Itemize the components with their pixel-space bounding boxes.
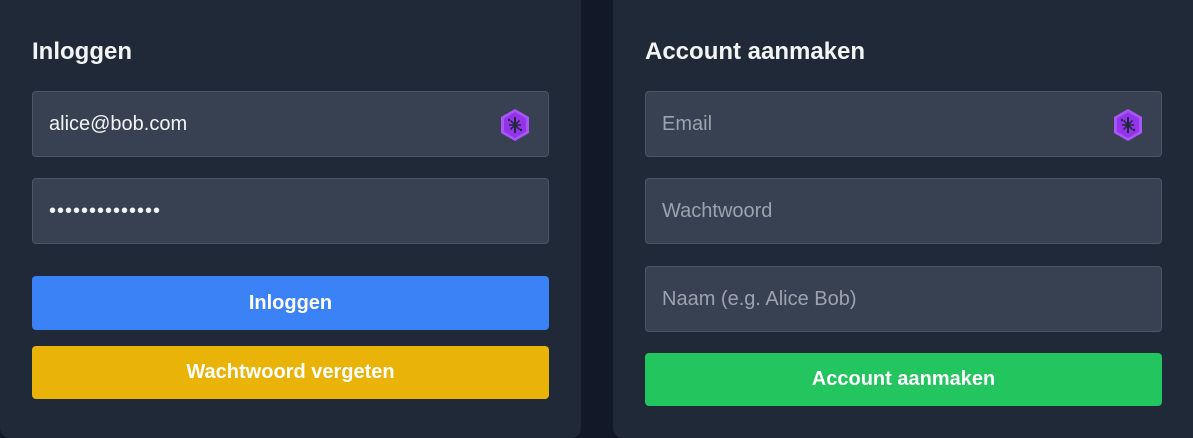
signup-name-field[interactable]: [645, 266, 1162, 332]
signup-password-input[interactable]: [646, 179, 1161, 243]
signup-name-input[interactable]: [646, 267, 1161, 331]
login-password-input[interactable]: [33, 179, 548, 243]
login-title: Inloggen: [32, 38, 132, 65]
forgot-password-button[interactable]: Wachtwoord vergeten: [32, 346, 549, 399]
password-manager-extension-icon[interactable]: [498, 108, 532, 142]
signup-button[interactable]: Account aanmaken: [645, 353, 1162, 406]
signup-email-input[interactable]: [646, 92, 1161, 156]
signup-title: Account aanmaken: [645, 38, 866, 65]
signup-password-field[interactable]: [645, 178, 1162, 244]
signup-email-field[interactable]: [645, 91, 1162, 157]
signup-card: Account aanmaken Account aanmaken: [613, 0, 1193, 438]
login-card: Inloggen Inloggen Wachtwoord vergeten: [0, 0, 581, 438]
login-password-field[interactable]: [32, 178, 549, 244]
login-email-field[interactable]: [32, 91, 549, 157]
login-button[interactable]: Inloggen: [32, 276, 549, 330]
password-manager-extension-icon[interactable]: [1111, 108, 1145, 142]
login-email-input[interactable]: [33, 92, 548, 156]
